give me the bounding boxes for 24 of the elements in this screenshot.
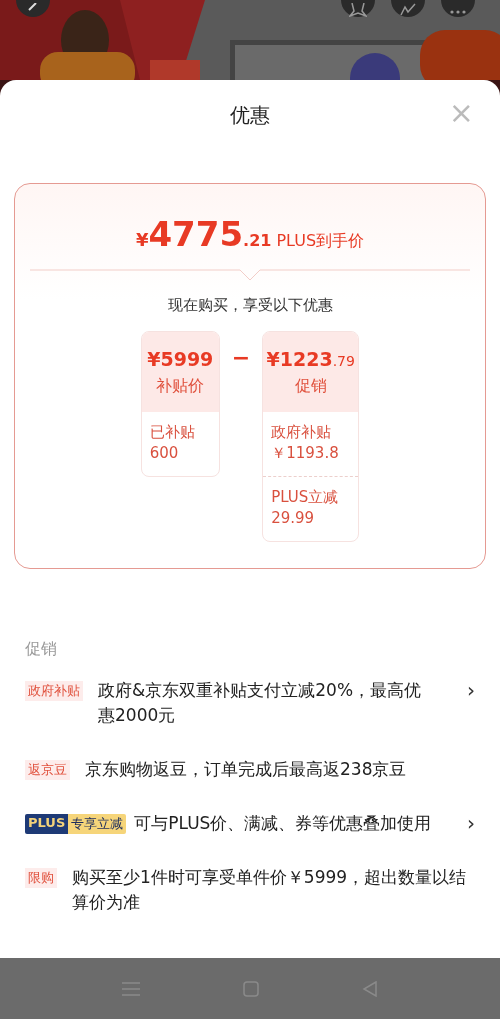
card-subtitle: 现在购买，享受以下优惠 bbox=[167, 296, 333, 315]
promo-text: 可与PLUS价、满减、券等优惠叠加使用 bbox=[134, 812, 433, 835]
amount-label: 补贴价 bbox=[156, 375, 205, 397]
promo-text: 京东购物返豆，订单完成后最高返238京豆 bbox=[85, 758, 408, 781]
amount: ¥5999 bbox=[147, 347, 214, 370]
promo-tag: 政府补贴 bbox=[25, 681, 83, 701]
promo-text: 购买至少1件时可享受单件价￥5999，超出数量以结算价为准 bbox=[72, 866, 468, 914]
amount-label: 促销 bbox=[294, 375, 327, 397]
minus-sign: − bbox=[230, 345, 252, 370]
sheet-title: 优惠 bbox=[230, 101, 270, 129]
final-price: ¥4775.21 PLUS到手价 bbox=[135, 214, 365, 254]
promo-text: 政府&京东双重补贴支付立减20%，最高优惠2000元 bbox=[98, 679, 423, 727]
detail-label: 政府补贴 bbox=[271, 422, 333, 443]
detail-label: 已补贴 bbox=[149, 422, 196, 443]
detail-value: ￥1193.8 bbox=[271, 443, 340, 464]
chevron[interactable]: › bbox=[455, 811, 475, 836]
promo-tag: 限购 bbox=[25, 868, 57, 888]
amount: ¥1223.79 bbox=[266, 347, 355, 370]
detail-label: PLUS立减 bbox=[271, 487, 340, 508]
chevron[interactable]: › bbox=[455, 678, 475, 703]
section-title: 促销 bbox=[25, 639, 58, 660]
detail-value: 600 bbox=[149, 443, 180, 464]
promo-tag: 返京豆 bbox=[25, 760, 70, 780]
detail-value: 29.99 bbox=[271, 508, 316, 529]
